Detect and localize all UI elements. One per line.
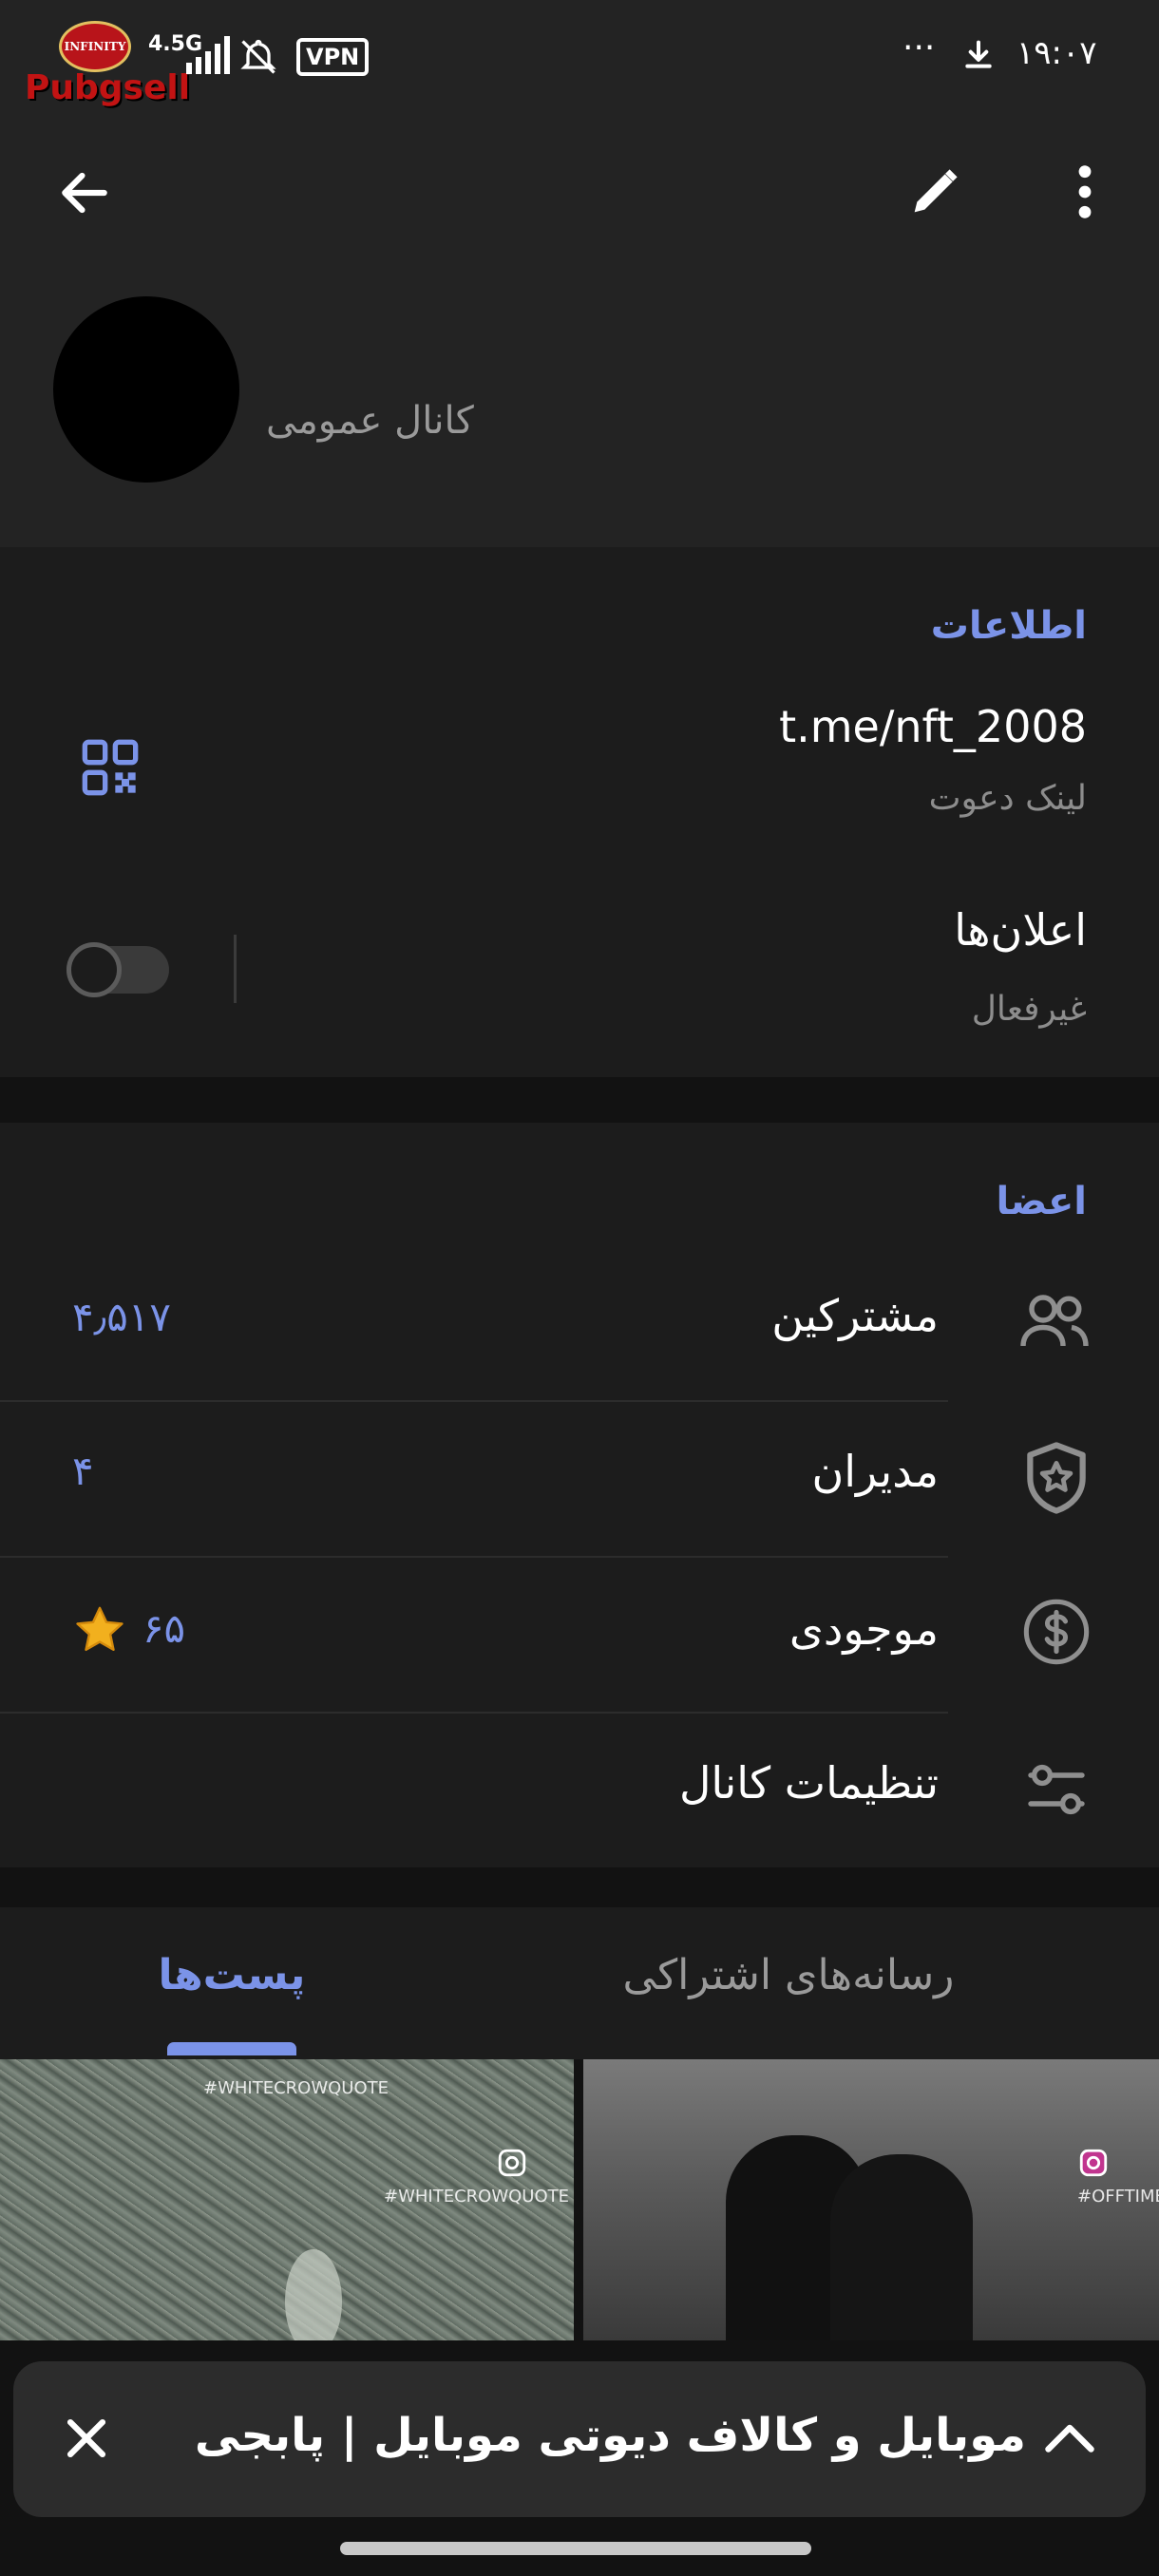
download-icon xyxy=(965,40,992,68)
post-thumbnail[interactable]: #WHITECROWQUOTE #WHITECROWQUOTE xyxy=(0,2059,574,2340)
close-icon[interactable] xyxy=(59,2411,114,2466)
notifications-toggle-knob[interactable] xyxy=(66,942,122,997)
notifications-label[interactable]: اعلان‌ها xyxy=(517,904,1087,956)
watermark-logo: INFINITY Pubgsell xyxy=(25,21,190,108)
sliders-icon xyxy=(1028,1764,1085,1815)
instagram-icon xyxy=(1079,2149,1108,2177)
people-icon xyxy=(1020,1295,1089,1347)
fish-shape xyxy=(285,2249,342,2340)
shield-star-icon xyxy=(1027,1442,1086,1514)
vpn-badge: VPN xyxy=(296,38,370,76)
star-icon xyxy=(76,1606,124,1652)
info-section-title: اطلاعات xyxy=(930,604,1087,648)
thumbnail-watermark-top: #WHITECROWQUOTE xyxy=(203,2078,390,2098)
home-indicator[interactable] xyxy=(340,2542,811,2555)
signal-icon xyxy=(186,36,230,74)
subscribers-label: مشترکین xyxy=(771,1290,939,1341)
tab-active-indicator xyxy=(167,2042,296,2055)
qr-code-icon[interactable] xyxy=(80,737,141,798)
more-vertical-icon[interactable] xyxy=(1062,161,1108,222)
admins-count: ۴ xyxy=(72,1448,94,1494)
notifications-state: غیرفعال xyxy=(971,990,1087,1029)
balance-label: موجودی xyxy=(788,1603,939,1655)
notifications-divider xyxy=(234,935,237,1003)
balance-value: ۶۵ xyxy=(142,1605,186,1652)
thumbnail-watermark: #OFFTIMES xyxy=(1077,2187,1159,2207)
edit-pencil-icon[interactable] xyxy=(904,161,965,222)
instagram-icon xyxy=(498,2149,526,2177)
tab-posts[interactable]: پست‌ها xyxy=(99,1951,365,1999)
thumbnail-watermark: #WHITECROWQUOTE xyxy=(384,2187,570,2207)
watermark-badge: INFINITY xyxy=(59,21,131,72)
channel-avatar[interactable] xyxy=(53,296,239,483)
tab-shared-media[interactable]: رسانه‌های اشتراکی xyxy=(580,1951,998,1999)
more-dots: ··· xyxy=(902,28,936,67)
chevron-up-icon[interactable] xyxy=(1041,2413,1098,2462)
channel-type-label: کانال عمومی xyxy=(266,399,474,443)
back-arrow-icon[interactable] xyxy=(55,163,114,222)
dollar-circle-icon xyxy=(1023,1599,1090,1665)
invite-link-caption: لینک دعوت xyxy=(928,779,1087,818)
clock: ۱۹:۰۷ xyxy=(1016,34,1097,72)
player-title[interactable]: موبایل و کالاف دیوتی موبایل | پابجی سل xyxy=(190,2409,1026,2462)
channel-settings-label: تنظیمات کانال xyxy=(679,1757,939,1809)
figure-silhouette xyxy=(830,2154,973,2340)
invite-link[interactable]: t.me/nft_2008 xyxy=(422,701,1087,752)
admins-label: مدیران xyxy=(811,1446,939,1497)
post-thumbnail[interactable]: #OFFTIMES xyxy=(583,2059,1159,2340)
status-bar: INFINITY Pubgsell 4.5G VPN ··· ۱۹:۰۷ xyxy=(0,0,1159,114)
subscribers-count: ۴٫۵۱۷ xyxy=(72,1294,171,1340)
watermark-text: Pubgsell xyxy=(25,68,191,107)
members-section-title: اعضا xyxy=(996,1180,1087,1223)
watermark-badge-text: INFINITY xyxy=(64,40,126,53)
bell-off-icon xyxy=(240,39,276,74)
